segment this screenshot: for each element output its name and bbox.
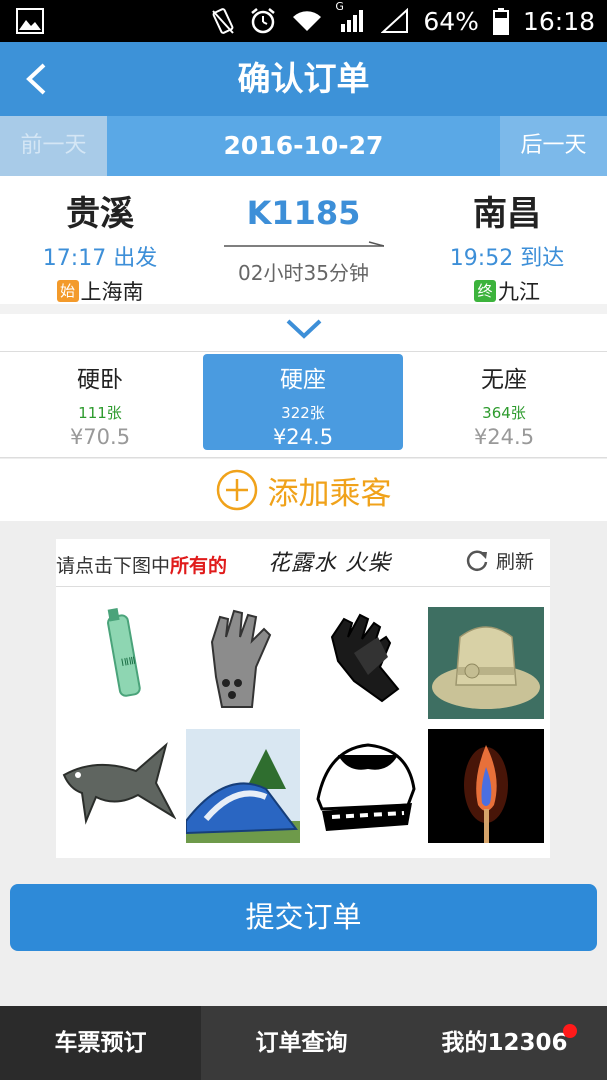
seat-selector: 硬卧 111张 ¥70.5 硬座 322张 ¥24.5 无座 364张 ¥24.… xyxy=(0,352,607,458)
seat-count: 111张 xyxy=(78,404,122,422)
train-number[interactable]: K1185 xyxy=(220,192,387,234)
train-info-card: 贵溪 17:17 出发 始 上海南 K1185 02小时35分钟 南昌 19:5… xyxy=(0,176,607,352)
to-station-name: 南昌 xyxy=(473,194,541,234)
battery-percent: 64% xyxy=(423,6,479,36)
from-station-name: 贵溪 xyxy=(66,194,134,234)
wifi-icon xyxy=(291,9,323,33)
route-arrow-icon xyxy=(223,241,384,247)
seat-option-no-seat[interactable]: 无座 364张 ¥24.5 xyxy=(404,354,604,450)
trip-duration: 02小时35分钟 xyxy=(238,261,369,285)
add-passenger-label: 添加乘客 xyxy=(267,475,392,512)
vibrate-icon xyxy=(211,7,235,35)
captcha-targets: 花露水 火柴 xyxy=(268,551,391,576)
add-passenger-button[interactable]: 添加乘客 xyxy=(0,459,607,521)
seat-type: 无座 xyxy=(481,367,527,393)
divider xyxy=(0,304,607,314)
captcha-header: 请点击下图中所有的 花露水 火柴 刷新 xyxy=(56,539,550,587)
status-bar: G 64% 16:18 xyxy=(0,0,607,42)
seat-count: 364张 xyxy=(482,404,526,422)
seat-option-hard-seat[interactable]: 硬座 322张 ¥24.5 xyxy=(203,354,403,450)
date-bar: 前一天 2016-10-27 后一天 xyxy=(0,116,607,176)
page-title: 确认订单 xyxy=(237,59,370,98)
refresh-label: 刷新 xyxy=(495,551,534,573)
alarm-icon xyxy=(249,7,277,35)
start-badge: 始 xyxy=(56,280,79,302)
image-captcha: 请点击下图中所有的 花露水 火柴 刷新 ⅠⅡⅢ xyxy=(56,539,550,858)
leather-glove-icon[interactable] xyxy=(308,597,424,715)
seat-count: 322张 xyxy=(281,404,325,422)
glove-icon[interactable] xyxy=(182,597,298,715)
add-circle-icon xyxy=(216,469,257,511)
prev-day-button[interactable]: 前一天 xyxy=(0,116,107,176)
tab-ticket-booking[interactable]: 车票预订 xyxy=(0,1006,201,1080)
seat-price: ¥24.5 xyxy=(272,425,334,449)
seat-price: ¥24.5 xyxy=(473,425,535,449)
departure-station: 贵溪 17:17 出发 始 上海南 xyxy=(0,192,200,306)
title-bar: 确认订单 xyxy=(0,42,607,116)
origin-station: 上海南 xyxy=(80,280,144,304)
sketch-icon[interactable] xyxy=(308,729,424,847)
refresh-button[interactable]: 刷新 xyxy=(464,547,534,574)
fish-icon[interactable] xyxy=(56,727,177,845)
signal-icon: G xyxy=(335,0,367,34)
gallery-icon xyxy=(16,8,44,34)
terminal-station: 九江 xyxy=(498,280,540,304)
tab-order-query[interactable]: 订单查询 xyxy=(201,1006,402,1080)
train-summary: K1185 02小时35分钟 xyxy=(220,192,387,286)
seat-type: 硬卧 xyxy=(77,367,123,393)
notification-dot xyxy=(563,1024,577,1038)
arrival-station: 南昌 19:52 到达 终 九江 xyxy=(407,192,607,306)
arrive-time: 19:52 到达 xyxy=(449,246,565,271)
seat-option-hard-sleeper[interactable]: 硬卧 111张 ¥70.5 xyxy=(0,354,200,450)
network-type-label: G xyxy=(335,0,344,13)
end-badge: 终 xyxy=(474,280,496,302)
test-tube-icon[interactable]: ⅠⅡⅢ xyxy=(56,597,172,715)
refresh-icon xyxy=(466,550,488,571)
tab-my-12306-label: 我的12306 xyxy=(441,1030,568,1056)
captcha-instruction: 请点击下图中所有的 xyxy=(56,555,228,577)
depart-time: 17:17 出发 xyxy=(42,246,158,271)
seat-price: ¥70.5 xyxy=(69,425,131,449)
next-day-button[interactable]: 后一天 xyxy=(500,116,607,176)
chevron-down-icon[interactable] xyxy=(285,314,323,344)
clock: 16:18 xyxy=(522,6,595,36)
tab-my-12306[interactable]: 我的12306 xyxy=(402,1006,607,1080)
hat-icon[interactable] xyxy=(428,607,544,725)
signal-empty-icon xyxy=(381,8,409,34)
captcha-grid: ⅠⅡⅢ xyxy=(56,597,550,853)
match-flame-icon[interactable] xyxy=(428,729,544,847)
seat-type: 硬座 xyxy=(280,367,326,393)
travel-date[interactable]: 2016-10-27 xyxy=(107,116,500,176)
bottom-tab-bar: 车票预订 订单查询 我的12306 xyxy=(0,1006,607,1080)
submit-order-button[interactable]: 提交订单 xyxy=(10,884,597,951)
tent-icon[interactable] xyxy=(185,729,302,847)
battery-icon xyxy=(492,7,509,35)
